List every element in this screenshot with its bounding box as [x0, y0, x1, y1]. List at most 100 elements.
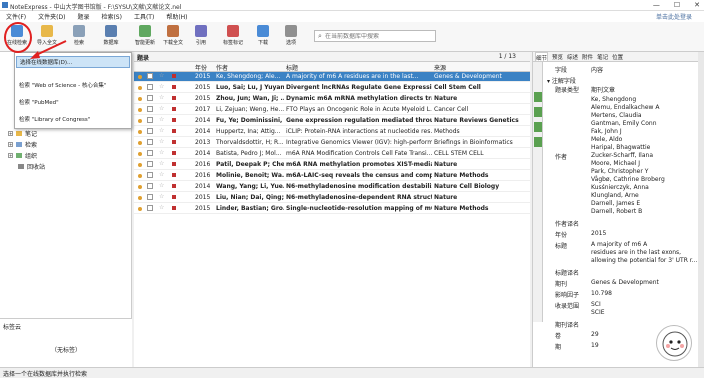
checkbox[interactable] [147, 183, 153, 189]
menu-tools[interactable]: 工具(T) [128, 12, 160, 21]
star-icon[interactable]: ☆ [159, 171, 164, 178]
table-row[interactable]: ☆ 2015 Ke, Shengdong; Ale... A majority of … [134, 72, 530, 82]
star-icon[interactable]: ☆ [159, 149, 164, 156]
star-icon[interactable]: ☆ [159, 94, 164, 101]
search-icon [73, 25, 85, 37]
col-year[interactable]: 年份 [195, 63, 207, 72]
login-link[interactable]: 单击此处登录 [650, 12, 698, 21]
col-author[interactable]: 作者 [216, 63, 228, 72]
menu-search[interactable]: 检索(S) [95, 12, 128, 21]
checkbox[interactable] [147, 128, 153, 134]
field-value: Moore, Michael J [591, 160, 641, 167]
tab-attachments[interactable]: 附件 [582, 52, 593, 61]
table-row[interactable]: ☆ 2013 Thorvaldsdottir, H; R... Integrative… [134, 138, 530, 148]
side-tab[interactable] [534, 92, 542, 102]
details-scrollbar[interactable] [698, 52, 704, 367]
star-icon[interactable]: ☆ [159, 72, 164, 79]
col-title[interactable]: 标题 [286, 63, 298, 72]
records-header: 题录 1 / 13 [134, 52, 530, 62]
expand-icon[interactable]: + [8, 131, 13, 136]
checkbox[interactable] [147, 139, 153, 145]
side-tab[interactable] [534, 122, 542, 132]
table-row[interactable]: ☆ 2016 Molinie, Benoit; Wa... m6A-LAIC-seq … [134, 171, 530, 181]
no-tags-label: （无标签） [50, 347, 81, 354]
table-row[interactable]: ☆ 2016 Patil, Deepak P; Che...m6A RNA meth… [134, 160, 530, 170]
cite-button[interactable]: 引用 [190, 25, 212, 51]
col-source[interactable]: 来源 [434, 63, 446, 72]
menu-records[interactable]: 题录 [71, 12, 95, 21]
tag-button[interactable]: 标签标记 [222, 25, 244, 51]
flag-icon [172, 162, 176, 166]
smart-update-button[interactable]: 智能更新 [134, 25, 156, 51]
tree-item-notes[interactable]: + 笔记 [8, 129, 37, 138]
tab-summary[interactable]: 综述 [567, 52, 578, 61]
checkbox[interactable] [147, 150, 153, 156]
expand-icon[interactable]: + [8, 153, 13, 158]
menu-file[interactable]: 文件(F) [0, 12, 32, 21]
table-row[interactable]: ☆ 2014 Batista, Pedro J; Mol... m6A RNA Mod… [134, 149, 530, 159]
table-row[interactable]: ☆ 2015 Luo, Sai; Lu, J Yuyan Divergent lncR… [134, 83, 530, 93]
tab-details[interactable]: 细节 [535, 52, 549, 62]
checkbox[interactable] [147, 161, 153, 167]
star-icon[interactable]: ☆ [159, 182, 164, 189]
checkbox[interactable] [147, 95, 153, 101]
checkbox[interactable] [147, 73, 153, 79]
star-icon[interactable]: ☆ [159, 160, 164, 167]
field-label: 年份 [555, 232, 568, 239]
search-box[interactable]: ⌕ [314, 30, 436, 42]
expand-icon[interactable]: + [8, 142, 13, 147]
cell-title: N6-methyladenosine modification destabil… [286, 183, 432, 190]
field-value: Genes & Development [591, 279, 659, 286]
star-icon[interactable]: ☆ [159, 127, 164, 134]
checkbox[interactable] [147, 106, 153, 112]
table-row[interactable]: ☆ 2017 Li, Zejuan; Weng, He... FTO Plays an… [134, 105, 530, 115]
database-button[interactable]: 数据库 [100, 25, 122, 51]
tab-preview[interactable]: 预览 [552, 52, 563, 61]
flag-icon [172, 173, 176, 177]
search-button[interactable]: 检索 [68, 25, 90, 51]
cell-year: 2013 [195, 139, 211, 146]
dropdown-item-pubmed[interactable]: 检索 "PubMed" [16, 96, 130, 108]
tree-item-search[interactable]: + 检索 [8, 140, 37, 149]
table-row[interactable]: ☆ 2015 Linder, Bastian; Gro... Single-nucle… [134, 204, 530, 214]
field-label: 期 [555, 344, 562, 351]
cell-year: 2014 [195, 128, 211, 135]
star-icon[interactable]: ☆ [159, 116, 164, 123]
maximize-icon[interactable]: ☐ [674, 1, 680, 9]
table-row[interactable]: ☆ 2014 Wang, Yang; Li, Yue... N6-methyladen… [134, 182, 530, 192]
star-icon[interactable]: ☆ [159, 138, 164, 145]
minimize-icon[interactable]: — [653, 1, 660, 9]
checkbox[interactable] [147, 194, 153, 200]
checkbox[interactable] [147, 117, 153, 123]
table-row[interactable]: ☆ 2015 Zhou, Jun; Wan, Ji; ... Dynamic m6A … [134, 94, 530, 104]
tree-item-organize[interactable]: + 组织 [8, 151, 37, 160]
side-tab[interactable] [534, 137, 542, 147]
download-icon [167, 25, 179, 37]
table-row[interactable]: ☆ 2015 Liu, Nian; Dai, Qing; ...N6-methyla… [134, 193, 530, 203]
side-tab[interactable] [534, 107, 542, 117]
menu-folder[interactable]: 文件夹(D) [32, 12, 71, 21]
tree-item-trash[interactable]: 回收站 [8, 162, 45, 171]
checkbox[interactable] [147, 205, 153, 211]
search-input[interactable] [325, 32, 435, 40]
options-button[interactable]: 选项 [280, 25, 302, 51]
checkbox[interactable] [147, 84, 153, 90]
dropdown-item-wos[interactable]: 检索 "Web of Science - 核心合集" [16, 79, 130, 91]
checkbox[interactable] [147, 172, 153, 178]
status-dot-icon [138, 97, 142, 101]
star-icon[interactable]: ☆ [159, 105, 164, 112]
page-indicator: 1 / 13 [498, 53, 516, 60]
star-icon[interactable]: ☆ [159, 193, 164, 200]
tab-location[interactable]: 位置 [612, 52, 623, 61]
star-icon[interactable]: ☆ [159, 83, 164, 90]
close-icon[interactable]: ✕ [694, 1, 700, 9]
table-row[interactable]: ☆ 2014 Fu, Ye; Dominissini, ... Gene expres… [134, 116, 530, 126]
dropdown-item-loc[interactable]: 检索 "Library of Congress" [16, 113, 130, 125]
table-row[interactable]: ☆ 2014 Huppertz, Ina; Attig... iCLIP: Prote… [134, 127, 530, 137]
download-fulltext-button[interactable]: 下载全文 [162, 25, 184, 51]
tab-notes[interactable]: 笔记 [597, 52, 608, 61]
menu-help[interactable]: 帮助(H) [160, 12, 193, 21]
star-icon[interactable]: ☆ [159, 204, 164, 211]
cell-author: Thorvaldsdottir, H; R... [216, 139, 284, 146]
download-button[interactable]: 下载 [252, 25, 274, 51]
